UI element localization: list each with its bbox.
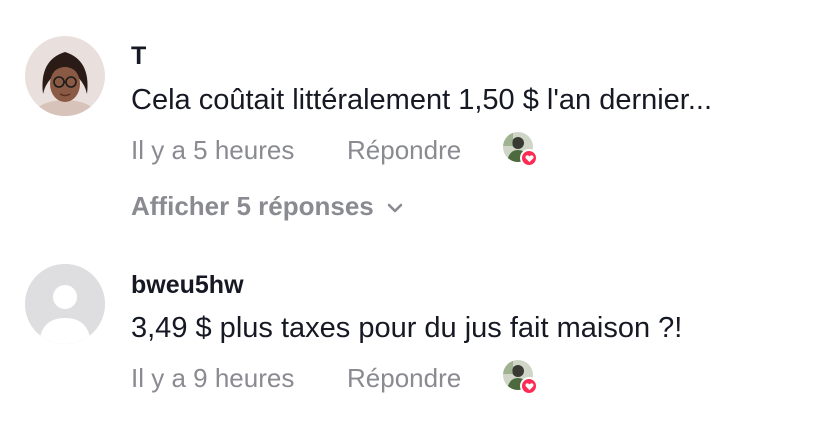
- comment-item: bweu5hw 3,49 $ plus taxes pour du jus fa…: [0, 240, 826, 422]
- comment-meta: Il y a 5 heures Répondre: [131, 132, 539, 168]
- comment-text: Cela coûtait littéralement 1,50 $ l'an d…: [131, 84, 713, 116]
- comment-timestamp: Il y a 5 heures: [131, 134, 295, 165]
- heart-icon: [520, 149, 538, 167]
- user-silhouette-icon: [25, 264, 105, 344]
- comment-username[interactable]: bweu5hw: [131, 271, 244, 300]
- reply-button[interactable]: Répondre: [347, 363, 503, 394]
- creator-liked-badge: [503, 132, 539, 168]
- chevron-down-icon: [384, 195, 406, 217]
- avatar[interactable]: [25, 264, 105, 344]
- comment-timestamp: Il y a 9 heures: [131, 362, 295, 393]
- reply-button[interactable]: Répondre: [347, 135, 503, 166]
- comment-meta: Il y a 9 heures Répondre: [131, 360, 539, 396]
- comment-text: 3,49 $ plus taxes pour du jus fait maiso…: [131, 312, 683, 344]
- view-replies-button[interactable]: Afficher 5 réponses: [131, 189, 406, 223]
- heart-icon: [520, 377, 538, 395]
- comment-item: T Cela coûtait littéralement 1,50 $ l'an…: [0, 0, 826, 240]
- avatar[interactable]: [25, 36, 105, 116]
- view-replies-label: Afficher 5 réponses: [131, 190, 374, 221]
- comment-username[interactable]: T: [131, 42, 146, 71]
- creator-liked-badge: [503, 360, 539, 396]
